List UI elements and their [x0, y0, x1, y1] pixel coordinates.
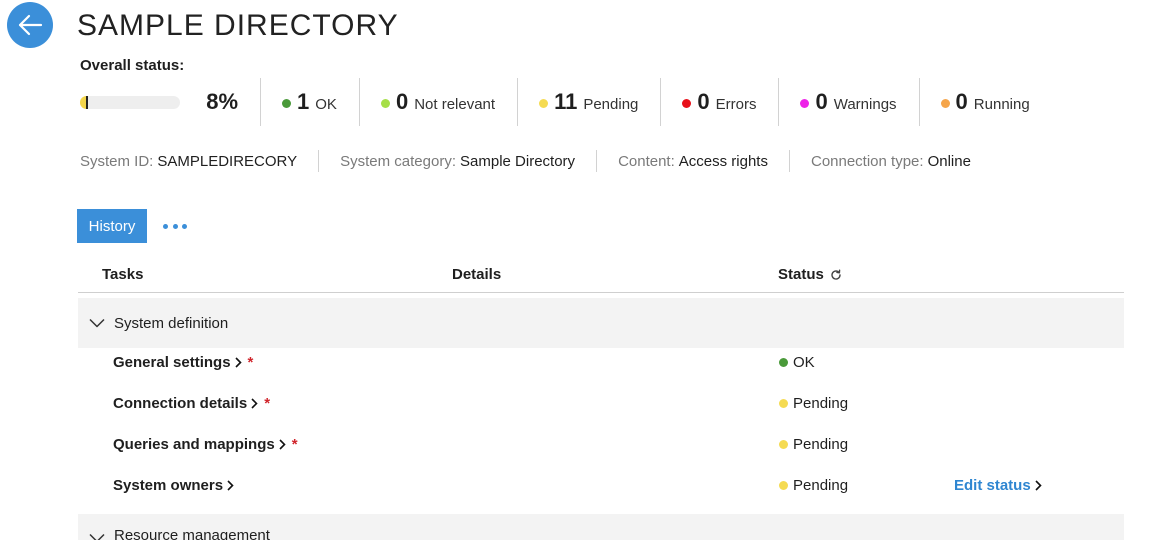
column-header-status-label: Status [778, 266, 824, 283]
task-name: Queries and mappings [113, 436, 275, 453]
back-button[interactable] [7, 2, 53, 48]
chevron-right-icon [227, 480, 234, 491]
not-relevant-dot-icon [380, 99, 390, 108]
task-status-label: OK [793, 354, 815, 371]
meta-system-id: System ID: SAMPLEDIRECORY [80, 150, 318, 172]
task-status: Pending [779, 395, 848, 412]
stat-count: 0 [815, 89, 828, 114]
table-row: General settings * OK [78, 344, 1124, 385]
group-title: Resource management [114, 527, 270, 540]
meta-value: Online [927, 152, 971, 170]
stat-count: 0 [955, 89, 968, 114]
group-title: System definition [114, 314, 229, 332]
more-dot [182, 223, 187, 229]
column-header-details: Details [452, 266, 502, 283]
error-dot-icon [682, 99, 692, 108]
chevron-right-icon [251, 398, 258, 409]
meta-key: Connection type: [810, 152, 924, 170]
progress-fill [80, 95, 88, 109]
chevron-right-icon [279, 439, 286, 450]
stat-label: OK [315, 96, 337, 113]
stat-label: Warnings [833, 96, 897, 113]
meta-key: System category: [340, 152, 457, 170]
stat-count: 0 [697, 89, 710, 114]
stat-label: Errors [715, 96, 757, 113]
running-dot-icon [940, 99, 950, 108]
stat-label: Running [973, 96, 1030, 113]
meta-connection-type: Connection type: Online [788, 150, 992, 172]
pending-dot-icon [779, 399, 788, 408]
meta-key: Content: [618, 152, 675, 170]
refresh-icon[interactable] [830, 269, 842, 281]
stat-warnings: 0 Warnings [779, 78, 920, 126]
task-link-queries-and-mappings[interactable]: Queries and mappings * [113, 436, 298, 453]
status-summary: 8% 1 OK 0 Not relevant 11 Pending 0 Erro… [80, 78, 1052, 126]
stat-not-relevant: 0 Not relevant [360, 78, 519, 126]
stat-count: 0 [395, 89, 409, 114]
task-link-connection-details[interactable]: Connection details * [113, 395, 270, 412]
task-name: General settings [113, 354, 231, 371]
more-horizontal-icon[interactable] [163, 218, 187, 234]
chevron-right-icon [1035, 480, 1042, 491]
stat-label: Pending [583, 96, 639, 113]
progress-bar [80, 95, 180, 109]
task-status-label: Pending [793, 477, 849, 494]
warning-dot-icon [800, 99, 810, 108]
required-marker: * [247, 354, 254, 371]
task-status-label: Pending [793, 436, 849, 453]
pending-dot-icon [779, 440, 788, 449]
column-header-status: Status [778, 266, 842, 283]
system-meta: System ID: SAMPLEDIRECORY System categor… [80, 150, 992, 172]
required-marker: * [264, 395, 271, 412]
stat-label: Not relevant [414, 96, 496, 113]
edit-status-label: Edit status [954, 477, 1031, 494]
edit-status-link[interactable]: Edit status [954, 477, 1042, 494]
history-button[interactable]: History [77, 209, 147, 243]
overall-status-label: Overall status: [80, 57, 185, 74]
stat-errors: 0 Errors [661, 78, 780, 126]
chevron-right-icon [234, 357, 242, 368]
task-link-general-settings[interactable]: General settings * [113, 354, 253, 371]
table-row: Queries and mappings * Pending [78, 426, 1124, 467]
pending-dot-icon [779, 481, 788, 490]
page-title: SAMPLE DIRECTORY [77, 9, 399, 42]
group-row-resource-management[interactable]: Resource management [78, 514, 1124, 540]
table-header: Tasks Details Status [78, 260, 1124, 293]
column-header-tasks: Tasks [102, 266, 144, 283]
pending-dot-icon [539, 99, 549, 108]
task-link-system-owners[interactable]: System owners [113, 477, 234, 494]
task-name: System owners [113, 477, 224, 494]
stat-ok: 1 OK [261, 78, 360, 126]
stat-count: 1 [297, 89, 310, 114]
progress-percent: 8% [206, 89, 238, 114]
task-status: Pending [779, 477, 848, 494]
arrow-left-icon [17, 14, 43, 36]
chevron-down-icon [89, 318, 105, 328]
more-dot [172, 223, 178, 229]
meta-value: SAMPLEDIRECORY [157, 152, 298, 170]
ok-dot-icon [779, 358, 788, 367]
required-marker: * [291, 436, 298, 453]
table-row: Connection details * Pending [78, 385, 1124, 426]
table-row: System owners Pending Edit status [78, 467, 1124, 508]
stat-pending: 11 Pending [518, 78, 662, 126]
stat-count: 11 [554, 89, 578, 114]
ok-dot-icon [282, 99, 291, 108]
task-status: Pending [779, 436, 848, 453]
more-dot [163, 223, 168, 229]
meta-value: Sample Directory [460, 152, 576, 170]
chevron-down-icon [89, 533, 105, 540]
meta-content: Content: Access rights [596, 150, 789, 172]
overall-progress: 8% [80, 78, 261, 126]
meta-system-category: System category: Sample Directory [318, 150, 596, 172]
meta-value: Access rights [678, 152, 768, 170]
task-name: Connection details [113, 395, 248, 412]
task-status-label: Pending [793, 395, 849, 412]
stat-running: 0 Running [920, 78, 1052, 126]
group-row-system-definition[interactable]: System definition [78, 298, 1124, 348]
meta-key: System ID: [80, 152, 154, 170]
task-status: OK [779, 354, 815, 371]
